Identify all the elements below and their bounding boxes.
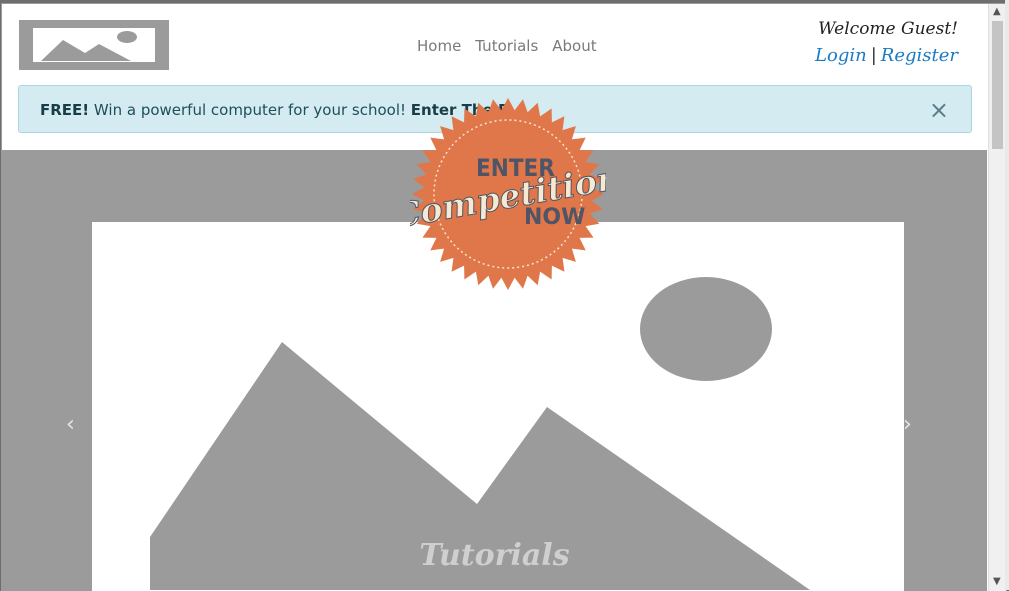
nav-home[interactable]: Home [417,37,461,55]
nav-tutorials[interactable]: Tutorials [475,37,538,55]
welcome-greeting: Welcome Guest! [818,19,958,39]
logo-placeholder-image [33,28,155,62]
carousel-next-icon[interactable]: › [903,412,912,437]
main-nav: Home Tutorials About [417,37,597,55]
auth-links: Login | Register [815,45,958,66]
alert-message: Win a powerful computer for your school! [89,101,411,119]
carousel-prev-icon[interactable]: ‹ [66,412,75,437]
badge-line-now: NOW [524,205,585,230]
scroll-down-icon[interactable]: ▼ [993,576,1001,587]
nav-about[interactable]: About [552,37,596,55]
login-link[interactable]: Login [815,45,867,66]
browser-window: Home Tutorials About Welcome Guest! Logi… [1,3,1007,591]
scroll-up-icon[interactable]: ▲ [993,6,1001,17]
register-link[interactable]: Register [881,45,958,66]
auth-separator: | [870,45,877,66]
background-window-edge [1005,0,1009,590]
site-logo[interactable] [19,20,169,70]
user-panel: Welcome Guest! Login | Register [815,19,958,66]
enter-competition-badge[interactable]: ENTER Competition NOW [391,96,624,292]
slide-caption: Tutorials [419,538,570,573]
close-icon[interactable]: × [929,96,949,124]
scrollbar-thumb[interactable] [992,21,1003,149]
alert-free-label: FREE! [40,101,90,119]
